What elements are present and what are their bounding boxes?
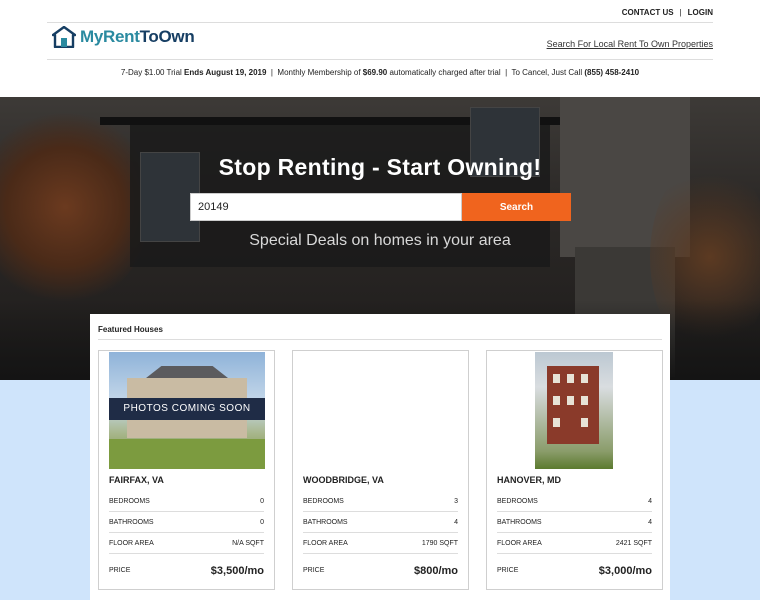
house-photo[interactable] (497, 352, 653, 469)
row-label: BATHROOMS (497, 518, 542, 526)
logo-wordmark: MyRentToOwn (80, 27, 195, 47)
row-value: 0 (260, 518, 264, 526)
house-photo-image (535, 352, 613, 469)
price-row: PRICE $3,500/mo (109, 560, 264, 581)
house-photo-window (567, 396, 574, 405)
price-row: PRICE $3,000/mo (497, 560, 652, 581)
login-link[interactable]: LOGIN (688, 8, 713, 17)
floor-area-row: FLOOR AREA 1790 SQFT (303, 533, 458, 554)
house-card[interactable]: WOODBRIDGE, VA BEDROOMS 3 BATHROOMS 4 FLOO… (292, 350, 469, 590)
zip-search-input[interactable] (190, 193, 462, 221)
bathrooms-row: BATHROOMS 0 (109, 512, 264, 533)
bedrooms-row: BEDROOMS 4 (497, 491, 652, 512)
cancel-phone: (855) 458-2410 (584, 68, 640, 77)
floor-area-row: FLOOR AREA 2421 SQFT (497, 533, 652, 554)
row-label: BEDROOMS (109, 497, 150, 505)
trial-end-date: Ends August 19, 2019 (184, 68, 267, 77)
price-label: PRICE (497, 567, 519, 574)
row-value: 3 (454, 497, 458, 505)
hero-subtitle: Special Deals on homes in your area (249, 232, 511, 249)
trial-info-bar: 7-Day $1.00 Trial Ends August 19, 2019 |… (0, 68, 760, 77)
header-divider (47, 22, 713, 23)
search-button[interactable]: Search (462, 193, 571, 221)
bedrooms-row: BEDROOMS 0 (109, 491, 264, 512)
price-row: PRICE $800/mo (303, 560, 458, 581)
row-label: FLOOR AREA (303, 539, 348, 547)
logo-text-part2: ToOwn (139, 27, 195, 46)
featured-divider (98, 339, 662, 340)
bathrooms-row: BATHROOMS 4 (497, 512, 652, 533)
site-header: CONTACT US | LOGIN MyRentToOwn Search Fo… (0, 0, 760, 97)
row-label: BATHROOMS (303, 518, 348, 526)
house-icon (52, 26, 76, 48)
row-value: 1790 SQFT (421, 539, 458, 547)
house-card[interactable]: HANOVER, MD BEDROOMS 4 BATHROOMS 4 FLOOR A… (486, 350, 663, 590)
search-local-properties-link[interactable]: Search For Local Rent To Own Properties (547, 39, 713, 49)
top-links: CONTACT US | LOGIN (622, 8, 713, 17)
row-value: N/A SQFT (232, 539, 264, 547)
price-value: $3,000/mo (598, 564, 652, 577)
featured-houses-panel: Featured Houses PHOTOS COMING SOON FAIRF… (90, 314, 670, 600)
bathrooms-row: BATHROOMS 4 (303, 512, 458, 533)
house-photo-window (581, 418, 588, 427)
house-photo-lawn (109, 439, 265, 469)
row-label: FLOOR AREA (497, 539, 542, 547)
row-value: 2421 SQFT (615, 539, 652, 547)
membership-amount: $69.90 (362, 68, 388, 77)
row-value: 0 (260, 497, 264, 505)
row-label: BEDROOMS (303, 497, 344, 505)
house-card[interactable]: PHOTOS COMING SOON FAIRFAX, VA BEDROOMS 0… (98, 350, 275, 590)
featured-title: Featured Houses (98, 325, 163, 334)
price-label: PRICE (303, 567, 325, 574)
house-photo-empty[interactable] (303, 352, 459, 469)
site-logo[interactable]: MyRentToOwn (52, 26, 195, 48)
house-city[interactable]: WOODBRIDGE, VA (303, 475, 384, 485)
trial-separator: | (266, 68, 278, 77)
row-value: 4 (648, 518, 652, 526)
house-photo[interactable]: PHOTOS COMING SOON (109, 352, 265, 469)
hero-background-trees (0, 107, 150, 307)
price-label: PRICE (109, 567, 131, 574)
header-divider-2 (47, 59, 713, 60)
logo-text-part1: MyRent (80, 27, 140, 46)
house-photo-window (553, 374, 560, 383)
house-photo-window (567, 374, 574, 383)
house-photo-window (581, 374, 588, 383)
house-photo-window (581, 396, 588, 405)
row-label: BEDROOMS (497, 497, 538, 505)
zip-search-form: Search (190, 193, 571, 221)
row-value: 4 (648, 497, 652, 505)
top-links-separator: | (679, 8, 682, 17)
row-label: FLOOR AREA (109, 539, 154, 547)
house-photo-window (553, 418, 560, 427)
house-city[interactable]: HANOVER, MD (497, 475, 561, 485)
row-value: 4 (454, 518, 458, 526)
row-label: BATHROOMS (109, 518, 154, 526)
contact-us-link[interactable]: CONTACT US (622, 8, 674, 17)
bedrooms-row: BEDROOMS 3 (303, 491, 458, 512)
price-value: $3,500/mo (210, 564, 264, 577)
cancel-prefix: To Cancel, Just Call (511, 68, 585, 77)
house-photo-window (553, 396, 560, 405)
hero-title: Stop Renting - Start Owning! (218, 154, 542, 180)
trial-separator: | (500, 68, 512, 77)
house-city[interactable]: FAIRFAX, VA (109, 475, 164, 485)
floor-area-row: FLOOR AREA N/A SQFT (109, 533, 264, 554)
price-value: $800/mo (413, 564, 458, 577)
photos-coming-soon-banner: PHOTOS COMING SOON (109, 398, 265, 420)
membership-suffix: automatically charged after trial (387, 68, 501, 77)
trial-prefix: 7-Day $1.00 Trial (120, 68, 185, 77)
membership-prefix: Monthly Membership of (277, 68, 363, 77)
